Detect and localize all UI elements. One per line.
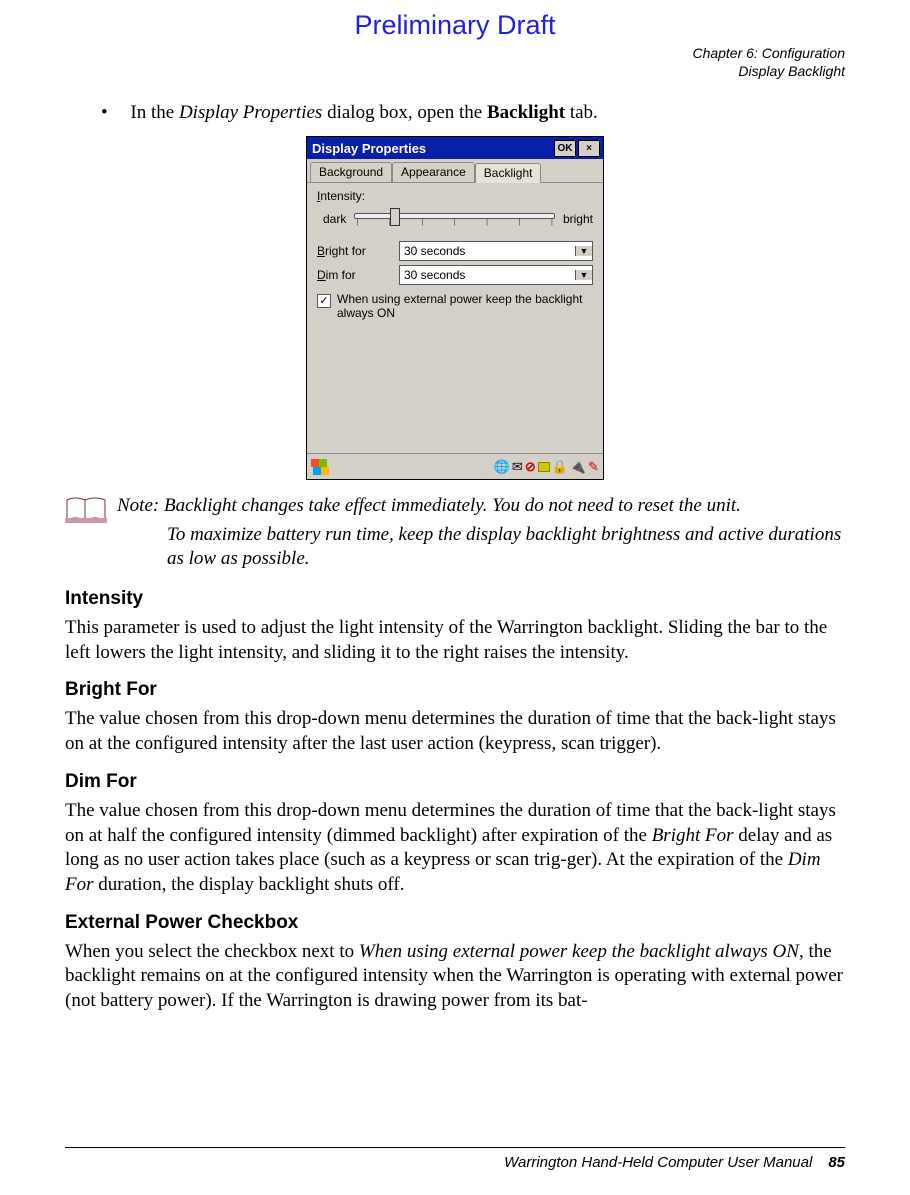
page-footer: Warrington Hand-Held Computer User Manua… (65, 1147, 845, 1171)
external-power-row: ✓ When using external power keep the bac… (317, 293, 593, 321)
tray-globe-icon[interactable]: 🌐 (494, 459, 510, 475)
external-power-checkbox[interactable]: ✓ (317, 294, 331, 308)
system-tray: 🌐 ✉ ⊘ 🔒 🔌 ✎ (494, 459, 599, 475)
bright-for-dropdown[interactable]: 30 seconds ▼ (399, 241, 593, 261)
chapter-line2: Display Backlight (65, 63, 845, 81)
tab-backlight[interactable]: Backlight (475, 163, 542, 183)
note-block: Note: Backlight changes take effect imme… (65, 494, 845, 572)
paragraph-bright-for: The value chosen from this drop-down men… (65, 707, 845, 756)
tray-mail-icon[interactable]: ✉ (512, 459, 523, 475)
dropdown-arrow-icon: ▼ (575, 270, 592, 280)
bullet-dot: • (101, 102, 108, 123)
paragraph-intensity: This parameter is used to adjust the lig… (65, 616, 845, 665)
slider-dark-label: dark (323, 212, 346, 226)
start-flag-icon2 (313, 467, 329, 475)
bullet-text-bold: Backlight (487, 102, 565, 123)
external-power-check-label: When using external power keep the backl… (337, 293, 593, 321)
chapter-line1: Chapter 6: Configuration (65, 45, 845, 63)
screenshot-wrapper: Display Properties OK × Background Appea… (65, 136, 845, 480)
tray-stop-icon[interactable]: ⊘ (525, 459, 536, 475)
bright-for-value: 30 seconds (400, 244, 575, 258)
start-button[interactable] (311, 459, 329, 475)
tray-plug-icon[interactable]: 🔌 (570, 459, 586, 475)
dim-p3: duration, the display backlight shuts of… (94, 874, 405, 895)
instruction-bullet: • In the Display Properties dialog box, … (101, 102, 845, 124)
intensity-label: Intensity: (317, 189, 593, 203)
window-title: Display Properties (310, 141, 552, 156)
ok-button[interactable]: OK (554, 140, 576, 157)
close-button[interactable]: × (578, 140, 600, 157)
tab-background[interactable]: Background (310, 162, 392, 182)
intensity-slider-row: dark ||||||| bright (323, 207, 593, 231)
dim-for-row: Dim for 30 seconds ▼ (317, 265, 593, 285)
tray-lock-icon[interactable]: 🔒 (552, 459, 568, 475)
paragraph-dim-for: The value chosen from this drop-down men… (65, 799, 845, 898)
bullet-text-suffix: tab. (565, 102, 598, 123)
paragraph-external-power: When you select the checkbox next to Whe… (65, 940, 845, 1014)
tab-appearance[interactable]: Appearance (392, 162, 475, 182)
ext-p1: When you select the checkbox next to (65, 941, 359, 962)
book-icon (65, 496, 107, 524)
tray-pen-icon[interactable]: ✎ (588, 459, 599, 475)
heading-external-power: External Power Checkbox (65, 912, 845, 934)
heading-intensity: Intensity (65, 588, 845, 610)
bright-for-label: Bright for (317, 244, 399, 258)
bullet-text-italic: Display Properties (179, 102, 322, 123)
note-line2: To maximize battery run time, keep the d… (117, 523, 845, 572)
slider-bright-label: bright (563, 212, 593, 226)
taskbar: 🌐 ✉ ⊘ 🔒 🔌 ✎ (307, 453, 603, 479)
tray-card-icon[interactable] (538, 462, 550, 472)
window-titlebar: Display Properties OK × (307, 137, 603, 159)
tab-row: Background Appearance Backlight (307, 159, 603, 183)
bullet-text-prefix: In the (130, 102, 179, 123)
bright-for-row: Bright for 30 seconds ▼ (317, 241, 593, 261)
dropdown-arrow-icon: ▼ (575, 246, 592, 256)
chapter-header: Chapter 6: Configuration Display Backlig… (65, 45, 845, 80)
note-text: Note: Backlight changes take effect imme… (117, 494, 845, 572)
footer-manual-title: Warrington Hand-Held Computer User Manua… (504, 1154, 812, 1171)
dim-i1: Bright For (652, 825, 734, 846)
dim-for-label: Dim for (317, 268, 399, 282)
ext-i1: When using external power keep the backl… (359, 941, 799, 962)
preliminary-draft-header: Preliminary Draft (65, 0, 845, 45)
heading-dim-for: Dim For (65, 771, 845, 793)
backlight-panel: Intensity: dark ||||||| bright Bright fo… (307, 183, 603, 453)
intensity-slider[interactable]: ||||||| (354, 207, 555, 231)
dim-for-dropdown[interactable]: 30 seconds ▼ (399, 265, 593, 285)
footer-page-number: 85 (828, 1154, 845, 1171)
note-label: Note: (117, 495, 159, 516)
dim-for-value: 30 seconds (400, 268, 575, 282)
note-line1: Backlight changes take effect immediatel… (159, 495, 741, 516)
bullet-text-mid: dialog box, open the (322, 102, 487, 123)
slider-thumb[interactable] (390, 208, 400, 226)
heading-bright-for: Bright For (65, 679, 845, 701)
display-properties-window: Display Properties OK × Background Appea… (306, 136, 604, 480)
